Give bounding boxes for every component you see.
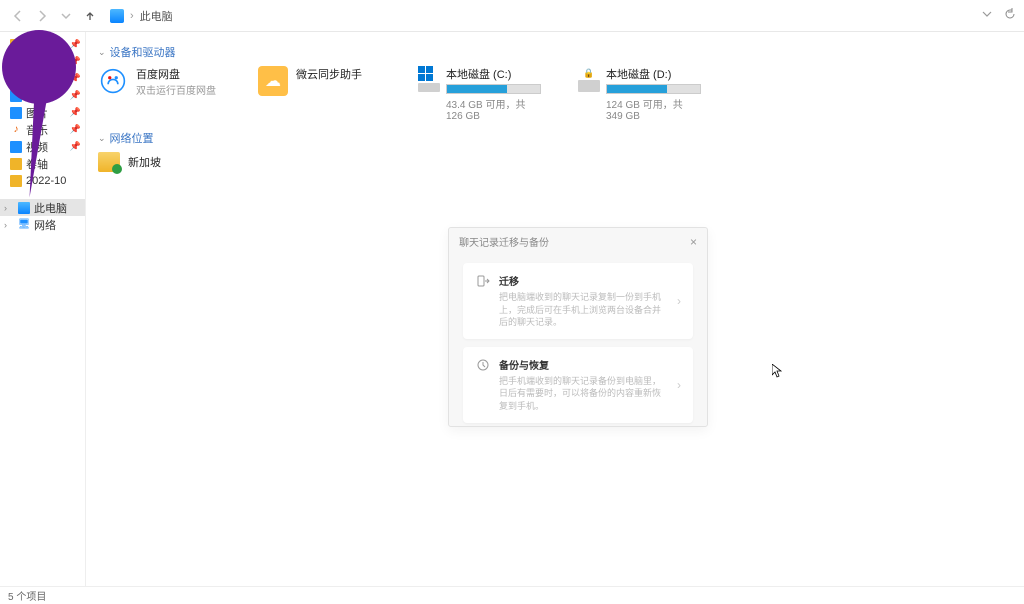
sidebar-item-network[interactable]: › 🖥 网络	[0, 216, 85, 233]
dialog-option-migrate[interactable]: 迁移 把电脑端收到的聊天记录复制一份到手机上，完成后可在手机上浏览两台设备合并后…	[463, 263, 693, 339]
sidebar-label: 此电脑	[34, 200, 67, 216]
network-icon: 🖥	[18, 219, 30, 231]
migrate-icon	[475, 273, 491, 289]
tile-drive-d[interactable]: 🔒 本地磁盘 (D:) 124 GB 可用，共 349 GB	[578, 66, 698, 122]
this-pc-icon	[110, 9, 124, 23]
chevron-right-icon: ›	[4, 220, 14, 230]
mouse-cursor	[772, 364, 782, 378]
item-count: 5 个项目	[8, 588, 46, 603]
drive-usage-text: 43.4 GB 可用，共 126 GB	[446, 96, 541, 122]
baidu-icon	[98, 66, 128, 96]
pin-icon: 📌	[70, 124, 81, 135]
breadcrumb-sep: ›	[130, 10, 134, 22]
refresh-icon[interactable]	[1004, 8, 1016, 23]
sidebar-label: 网络	[34, 217, 56, 233]
card-desc: 把手机端收到的聊天记录备份到电脑里，日后有需要时，可以将备份的内容重新恢复到手机…	[499, 375, 669, 413]
sidebar-item-this-pc[interactable]: › 此电脑	[0, 199, 85, 216]
tile-baidu-netdisk[interactable]: 百度网盘 双击运行百度网盘	[98, 66, 218, 122]
status-bar: 5 个项目	[0, 586, 1024, 604]
section-label: 设备和驱动器	[110, 44, 176, 60]
pin-icon: 📌	[70, 90, 81, 101]
chat-backup-dialog: 聊天记录迁移与备份 × 迁移 把电脑端收到的聊天记录复制一份到手机上，完成后可在…	[448, 227, 708, 427]
breadcrumb-location: 此电脑	[140, 8, 173, 24]
sidebar-item-videos[interactable]: 视频 📌	[0, 138, 85, 155]
tile-subtitle: 双击运行百度网盘	[136, 82, 216, 97]
tile-network-singapore[interactable]: 新加坡	[98, 152, 161, 172]
weiyun-icon: ☁	[258, 66, 288, 96]
dropdown-chevron-icon[interactable]	[982, 9, 992, 22]
up-button[interactable]	[80, 6, 100, 26]
network-folder-icon	[98, 152, 120, 172]
forward-button[interactable]	[32, 6, 52, 26]
drive-usage-text: 124 GB 可用，共 349 GB	[606, 96, 701, 122]
sidebar-item-scroll[interactable]: 卷轴	[0, 155, 85, 172]
card-desc: 把电脑端收到的聊天记录复制一份到手机上，完成后可在手机上浏览两台设备合并后的聊天…	[499, 291, 669, 329]
picture-icon	[10, 107, 22, 119]
pin-icon: 📌	[70, 141, 81, 152]
recent-dropdown[interactable]	[56, 6, 76, 26]
collapse-icon: ⌄	[98, 133, 106, 144]
collapse-icon: ⌄	[98, 47, 106, 58]
usage-bar	[446, 84, 541, 94]
tile-drive-c[interactable]: 本地磁盘 (C:) 43.4 GB 可用，共 126 GB	[418, 66, 538, 122]
pin-icon: 📌	[70, 107, 81, 118]
pc-icon	[18, 202, 30, 214]
drive-icon	[418, 66, 440, 92]
back-button[interactable]	[8, 6, 28, 26]
annotation-blob	[2, 30, 76, 104]
breadcrumb[interactable]: › 此电脑	[110, 8, 978, 24]
drive-name: 本地磁盘 (C:)	[446, 66, 541, 82]
tile-weiyun[interactable]: ☁ 微云同步助手	[258, 66, 378, 122]
chevron-right-icon: ›	[677, 378, 681, 392]
address-toolbar: › 此电脑	[0, 0, 1024, 32]
backup-icon	[475, 357, 491, 373]
lock-icon: 🔒	[578, 68, 600, 79]
usage-bar	[606, 84, 701, 94]
card-title: 备份与恢复	[499, 357, 669, 372]
tile-title: 新加坡	[128, 154, 161, 170]
music-icon: ♪	[10, 124, 22, 136]
tile-title: 微云同步助手	[296, 66, 362, 82]
dialog-option-backup[interactable]: 备份与恢复 把手机端收到的聊天记录备份到电脑里，日后有需要时，可以将备份的内容重…	[463, 347, 693, 423]
drive-icon: 🔒	[578, 66, 600, 92]
section-devices[interactable]: ⌄ 设备和驱动器	[98, 44, 1012, 60]
main-content: ⌄ 设备和驱动器 百度网盘 双击运行百度网盘 ☁ 微云同步助手	[86, 32, 1024, 586]
drive-name: 本地磁盘 (D:)	[606, 66, 701, 82]
section-network[interactable]: ⌄ 网络位置	[98, 130, 1012, 146]
chevron-right-icon: ›	[677, 294, 681, 308]
card-title: 迁移	[499, 273, 669, 288]
section-label: 网络位置	[110, 130, 154, 146]
dialog-title: 聊天记录迁移与备份	[459, 234, 549, 249]
chevron-right-icon: ›	[4, 203, 14, 213]
tile-title: 百度网盘	[136, 66, 216, 82]
close-button[interactable]: ×	[690, 235, 697, 249]
